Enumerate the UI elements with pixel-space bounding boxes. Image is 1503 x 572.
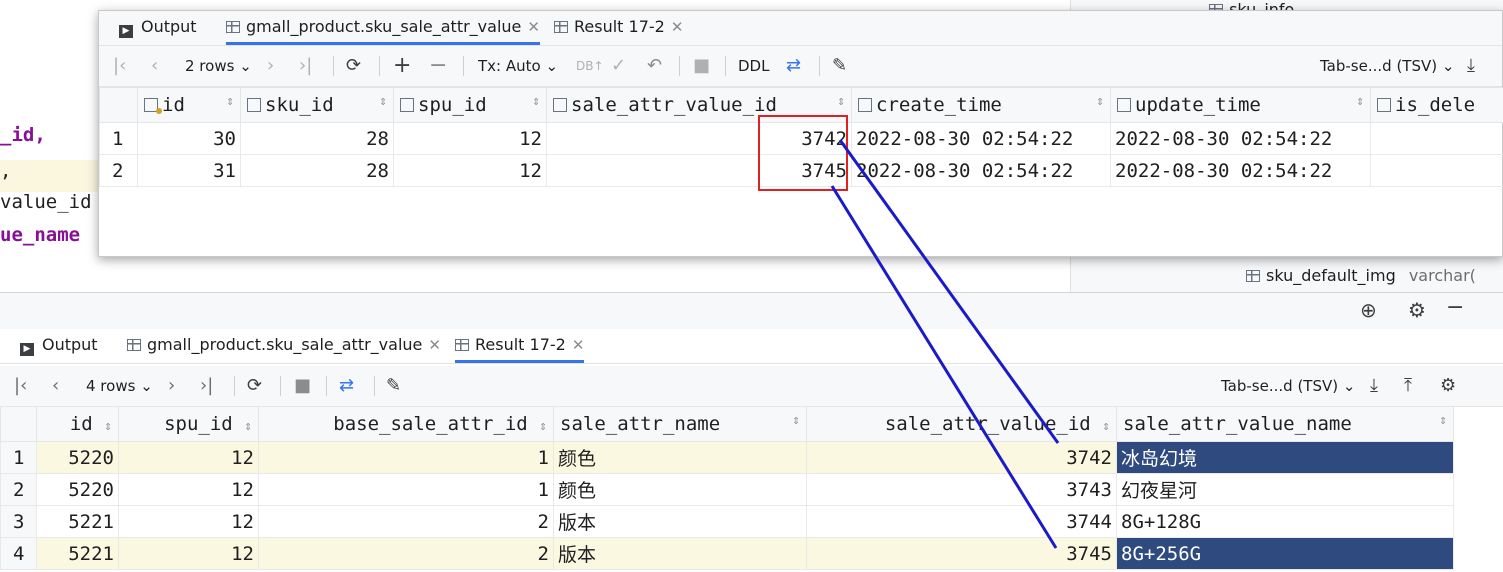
annotation-line: [838, 139, 1060, 444]
annotation-arrows: [830, 139, 1060, 549]
annotation-line: [830, 185, 1058, 549]
